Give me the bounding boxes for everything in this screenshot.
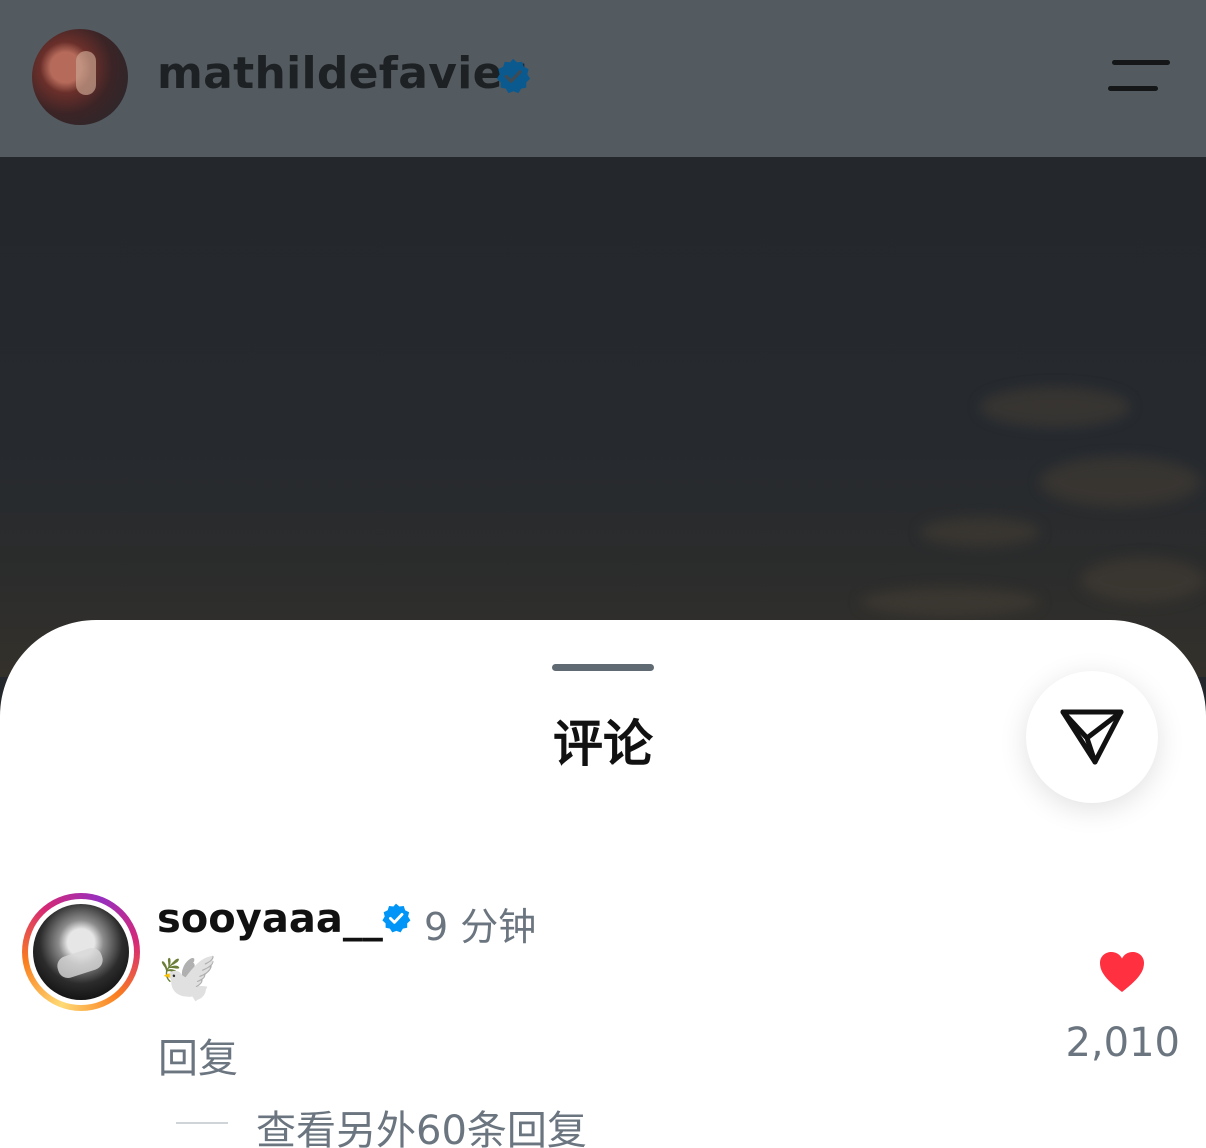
view-replies-button[interactable]: 查看另外60条回复 — [256, 1098, 587, 1148]
commenter-username[interactable]: sooyaaa__ — [157, 896, 383, 942]
comment-text: 🕊️ — [158, 949, 218, 1005]
menu-icon[interactable] — [1108, 58, 1170, 94]
post-photo — [0, 157, 1206, 677]
reply-button[interactable]: 回复 — [158, 1026, 238, 1084]
verified-badge-icon — [382, 903, 411, 933]
heart-icon[interactable] — [1098, 950, 1146, 994]
share-button[interactable] — [1026, 671, 1158, 803]
author-username[interactable]: mathildefavier — [157, 48, 525, 99]
like-count: 2,010 — [1065, 1020, 1180, 1066]
post-header: mathildefavier — [0, 0, 1206, 157]
send-icon — [1060, 709, 1124, 765]
verified-badge-icon — [496, 58, 531, 94]
author-avatar[interactable] — [32, 29, 128, 125]
comments-sheet: 评论 sooyaaa__ 9 分钟 🕊️ 回复 2,010 查看另外60条回复 — [0, 620, 1206, 1148]
sheet-drag-handle[interactable] — [552, 664, 654, 671]
commenter-avatar[interactable] — [22, 893, 140, 1011]
replies-divider — [176, 1122, 228, 1124]
comment-timestamp: 9 分钟 — [424, 905, 537, 949]
